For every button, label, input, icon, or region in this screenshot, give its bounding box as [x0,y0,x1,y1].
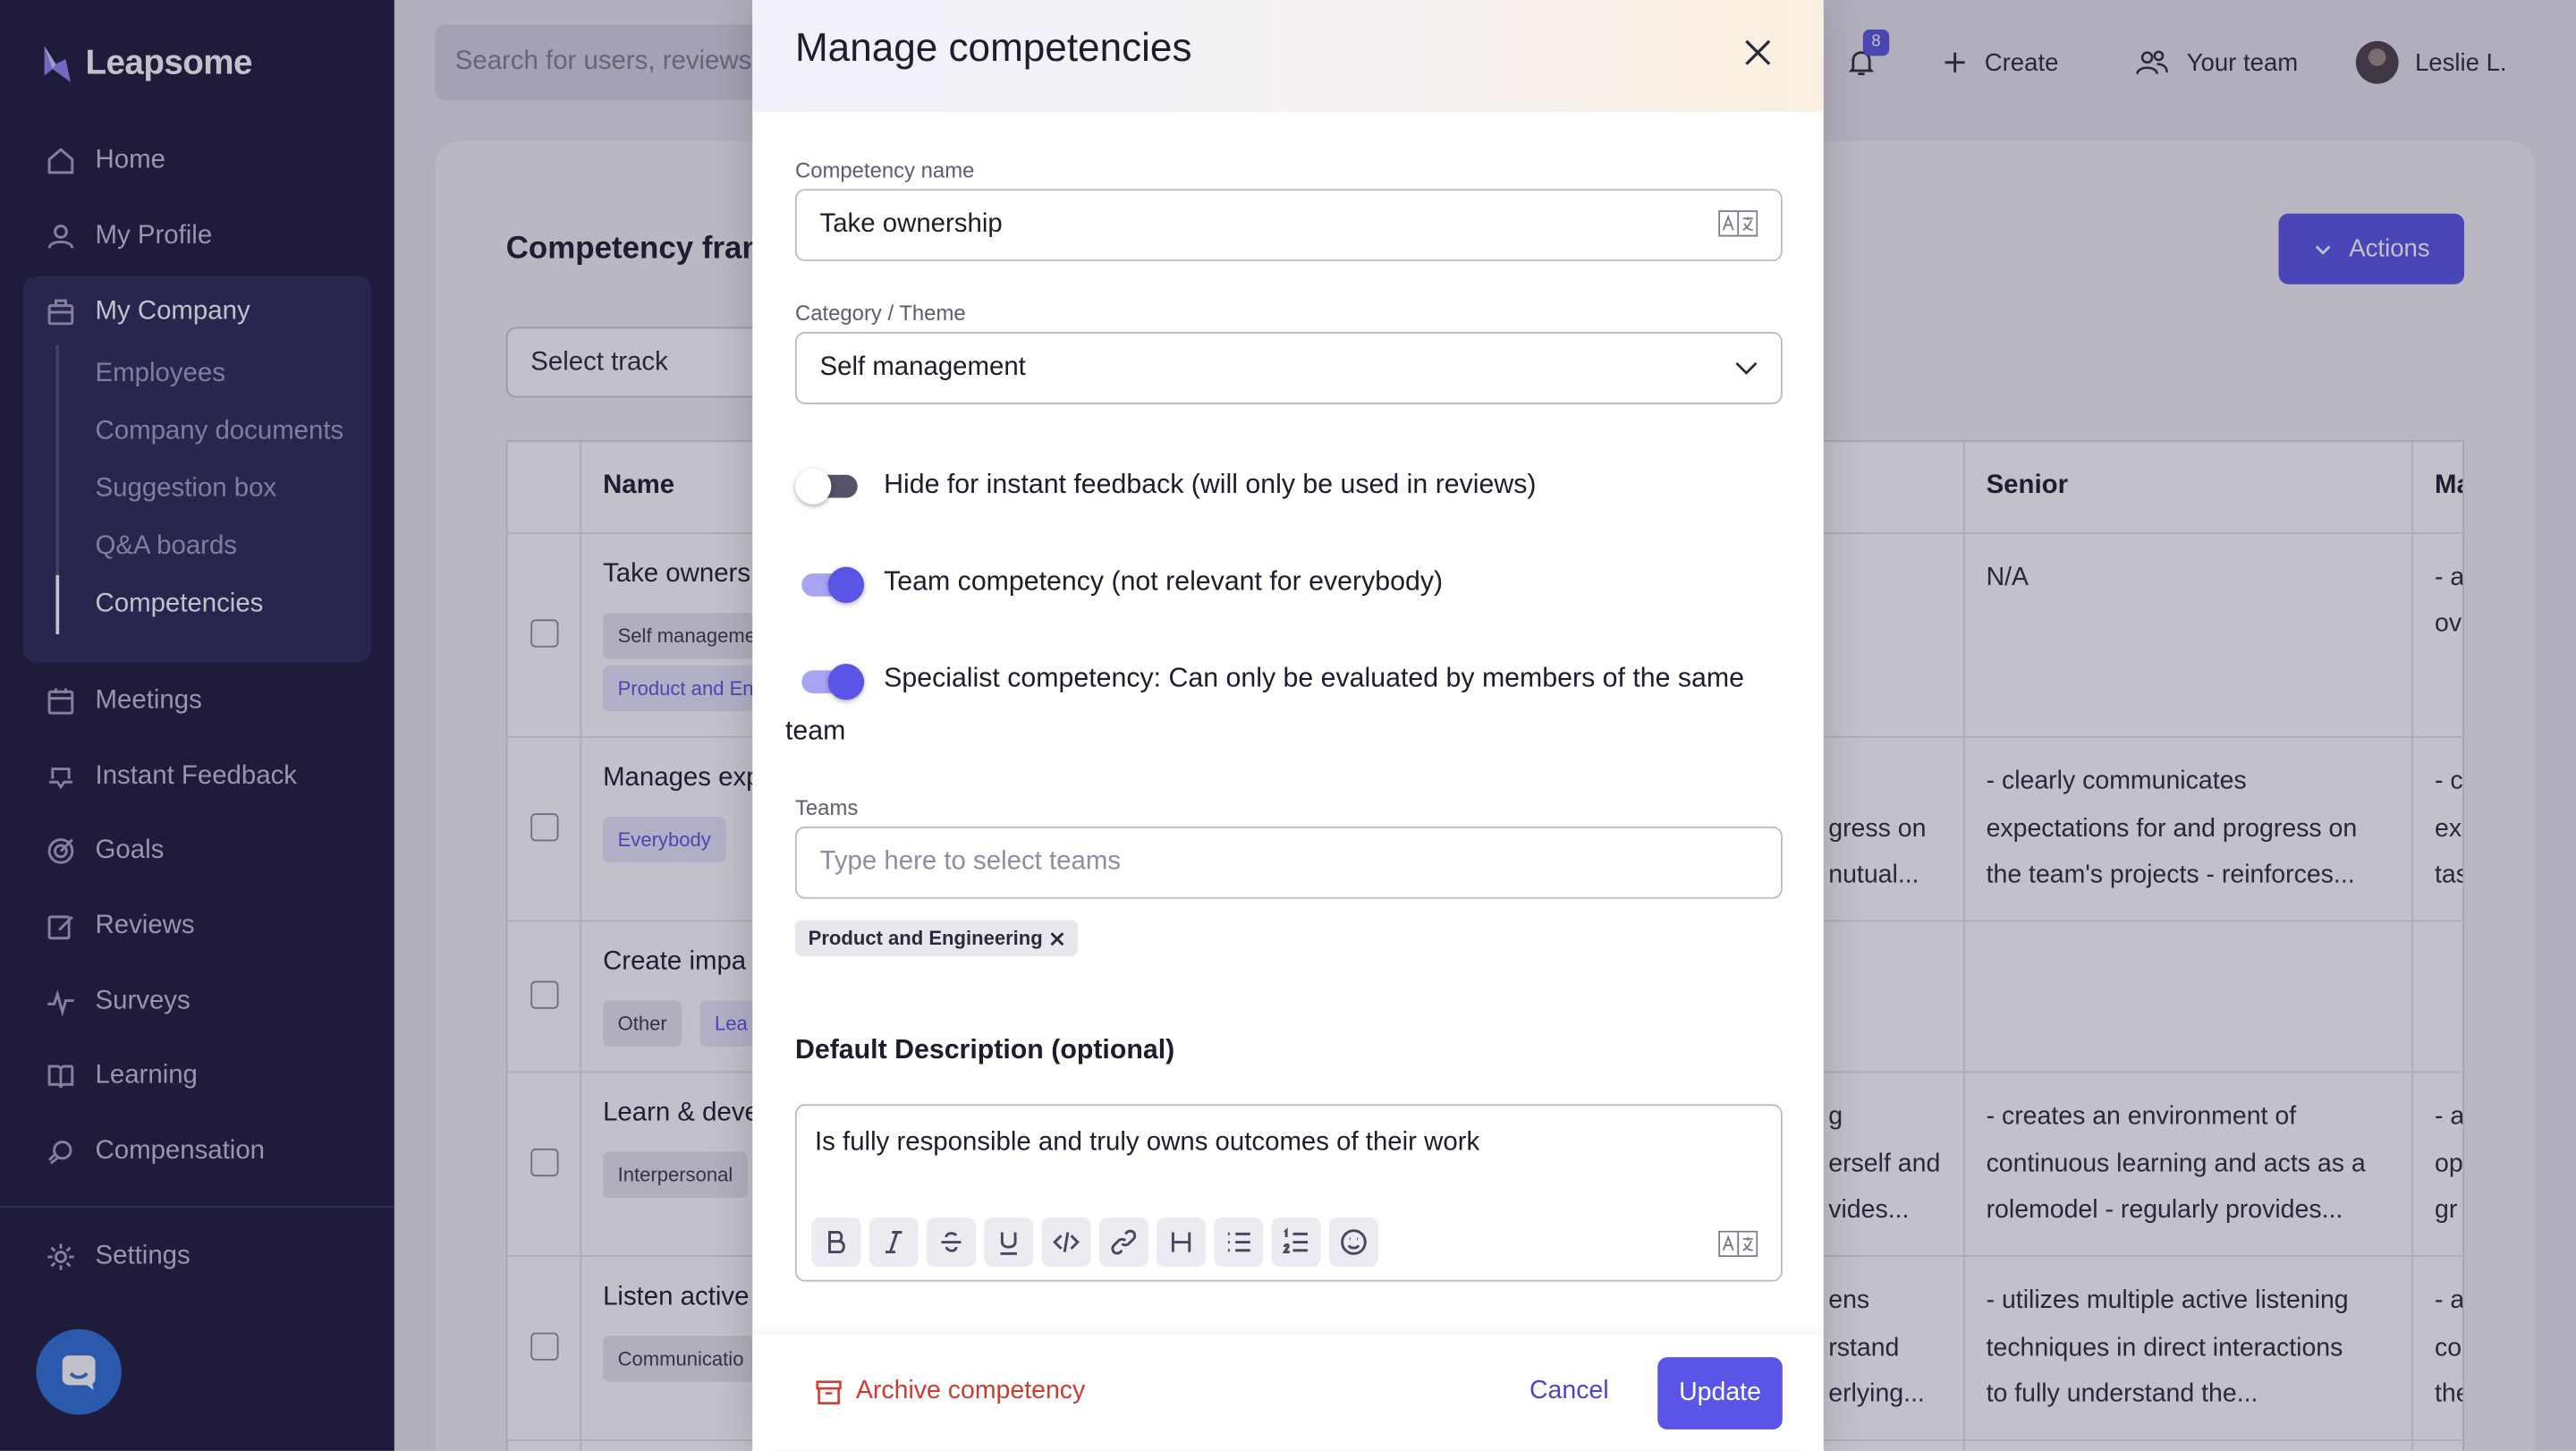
description-text[interactable]: Is fully responsible and truly owns outc… [815,1129,1479,1158]
emoji-button[interactable] [1328,1217,1378,1268]
italic-icon [885,1231,902,1254]
specialist-competency-label-cont: team [784,716,846,746]
competency-name-field[interactable]: Take ownership [794,189,1783,262]
heading-button[interactable] [1157,1217,1207,1268]
modal-title: Manage competencies [794,26,1192,71]
chevron-down-icon [1735,361,1758,375]
hide-instant-feedback-label: Hide for instant feedback (will only be … [884,470,1537,500]
selected-team-chip: Product and Engineering [794,920,1078,956]
code-button[interactable] [1041,1217,1091,1268]
hide-instant-feedback-toggle[interactable] [794,467,864,506]
bold-button[interactable] [811,1217,861,1268]
toggle-knob [827,664,865,700]
bullet-list-icon [1227,1232,1250,1252]
manage-competencies-modal: Manage competencies Competency name Take… [752,0,1824,1451]
archive-label: Archive competency [855,1377,1086,1405]
modal-footer: Archive competency Cancel Update [752,1334,1824,1451]
bullet-list-button[interactable] [1214,1217,1264,1268]
update-button[interactable]: Update [1657,1357,1783,1430]
archive-icon [816,1379,842,1404]
strikethrough-icon [941,1232,962,1252]
numbered-list-icon [1282,1227,1309,1254]
strikethrough-button[interactable] [926,1217,976,1268]
toggle-knob [827,566,865,604]
heading-icon [1171,1232,1191,1252]
numbered-list-button[interactable] [1271,1217,1321,1268]
competency-name-value: Take ownership [819,210,1003,239]
cancel-button[interactable]: Cancel [1530,1377,1609,1406]
code-icon [1053,1232,1080,1252]
link-button[interactable] [1098,1217,1148,1268]
underline-icon [1000,1232,1017,1255]
teams-input[interactable]: Type here to select teams [794,826,1783,899]
category-value: Self management [819,352,1026,382]
competency-name-label: Competency name [794,157,975,182]
underline-button[interactable] [984,1217,1034,1268]
remove-team-icon[interactable] [1049,930,1064,946]
category-select[interactable]: Self management [794,332,1783,404]
translate-icon[interactable] [1718,210,1758,237]
link-icon [1111,1229,1137,1255]
bold-icon [828,1231,845,1254]
default-description-title: Default Description (optional) [794,1035,1175,1065]
modal-header: Manage competencies [752,0,1824,112]
italic-button[interactable] [869,1217,919,1268]
team-competency-label: Team competency (not relevant for everyb… [884,566,1444,597]
description-editor[interactable]: Is fully responsible and truly owns outc… [794,1104,1783,1282]
teams-label: Teams [794,794,859,820]
close-icon[interactable] [1738,33,1777,72]
emoji-icon [1341,1229,1367,1255]
specialist-competency-toggle[interactable] [795,662,865,701]
translate-icon[interactable] [1718,1230,1758,1258]
selected-team-label: Product and Engineering [808,926,1043,950]
archive-competency-button[interactable]: Archive competency [815,1377,1085,1406]
specialist-competency-label: Specialist competency: Can only be evalu… [884,664,1745,694]
team-competency-toggle[interactable] [795,565,865,605]
category-label: Category / Theme [794,301,966,326]
toggle-knob [794,468,832,505]
